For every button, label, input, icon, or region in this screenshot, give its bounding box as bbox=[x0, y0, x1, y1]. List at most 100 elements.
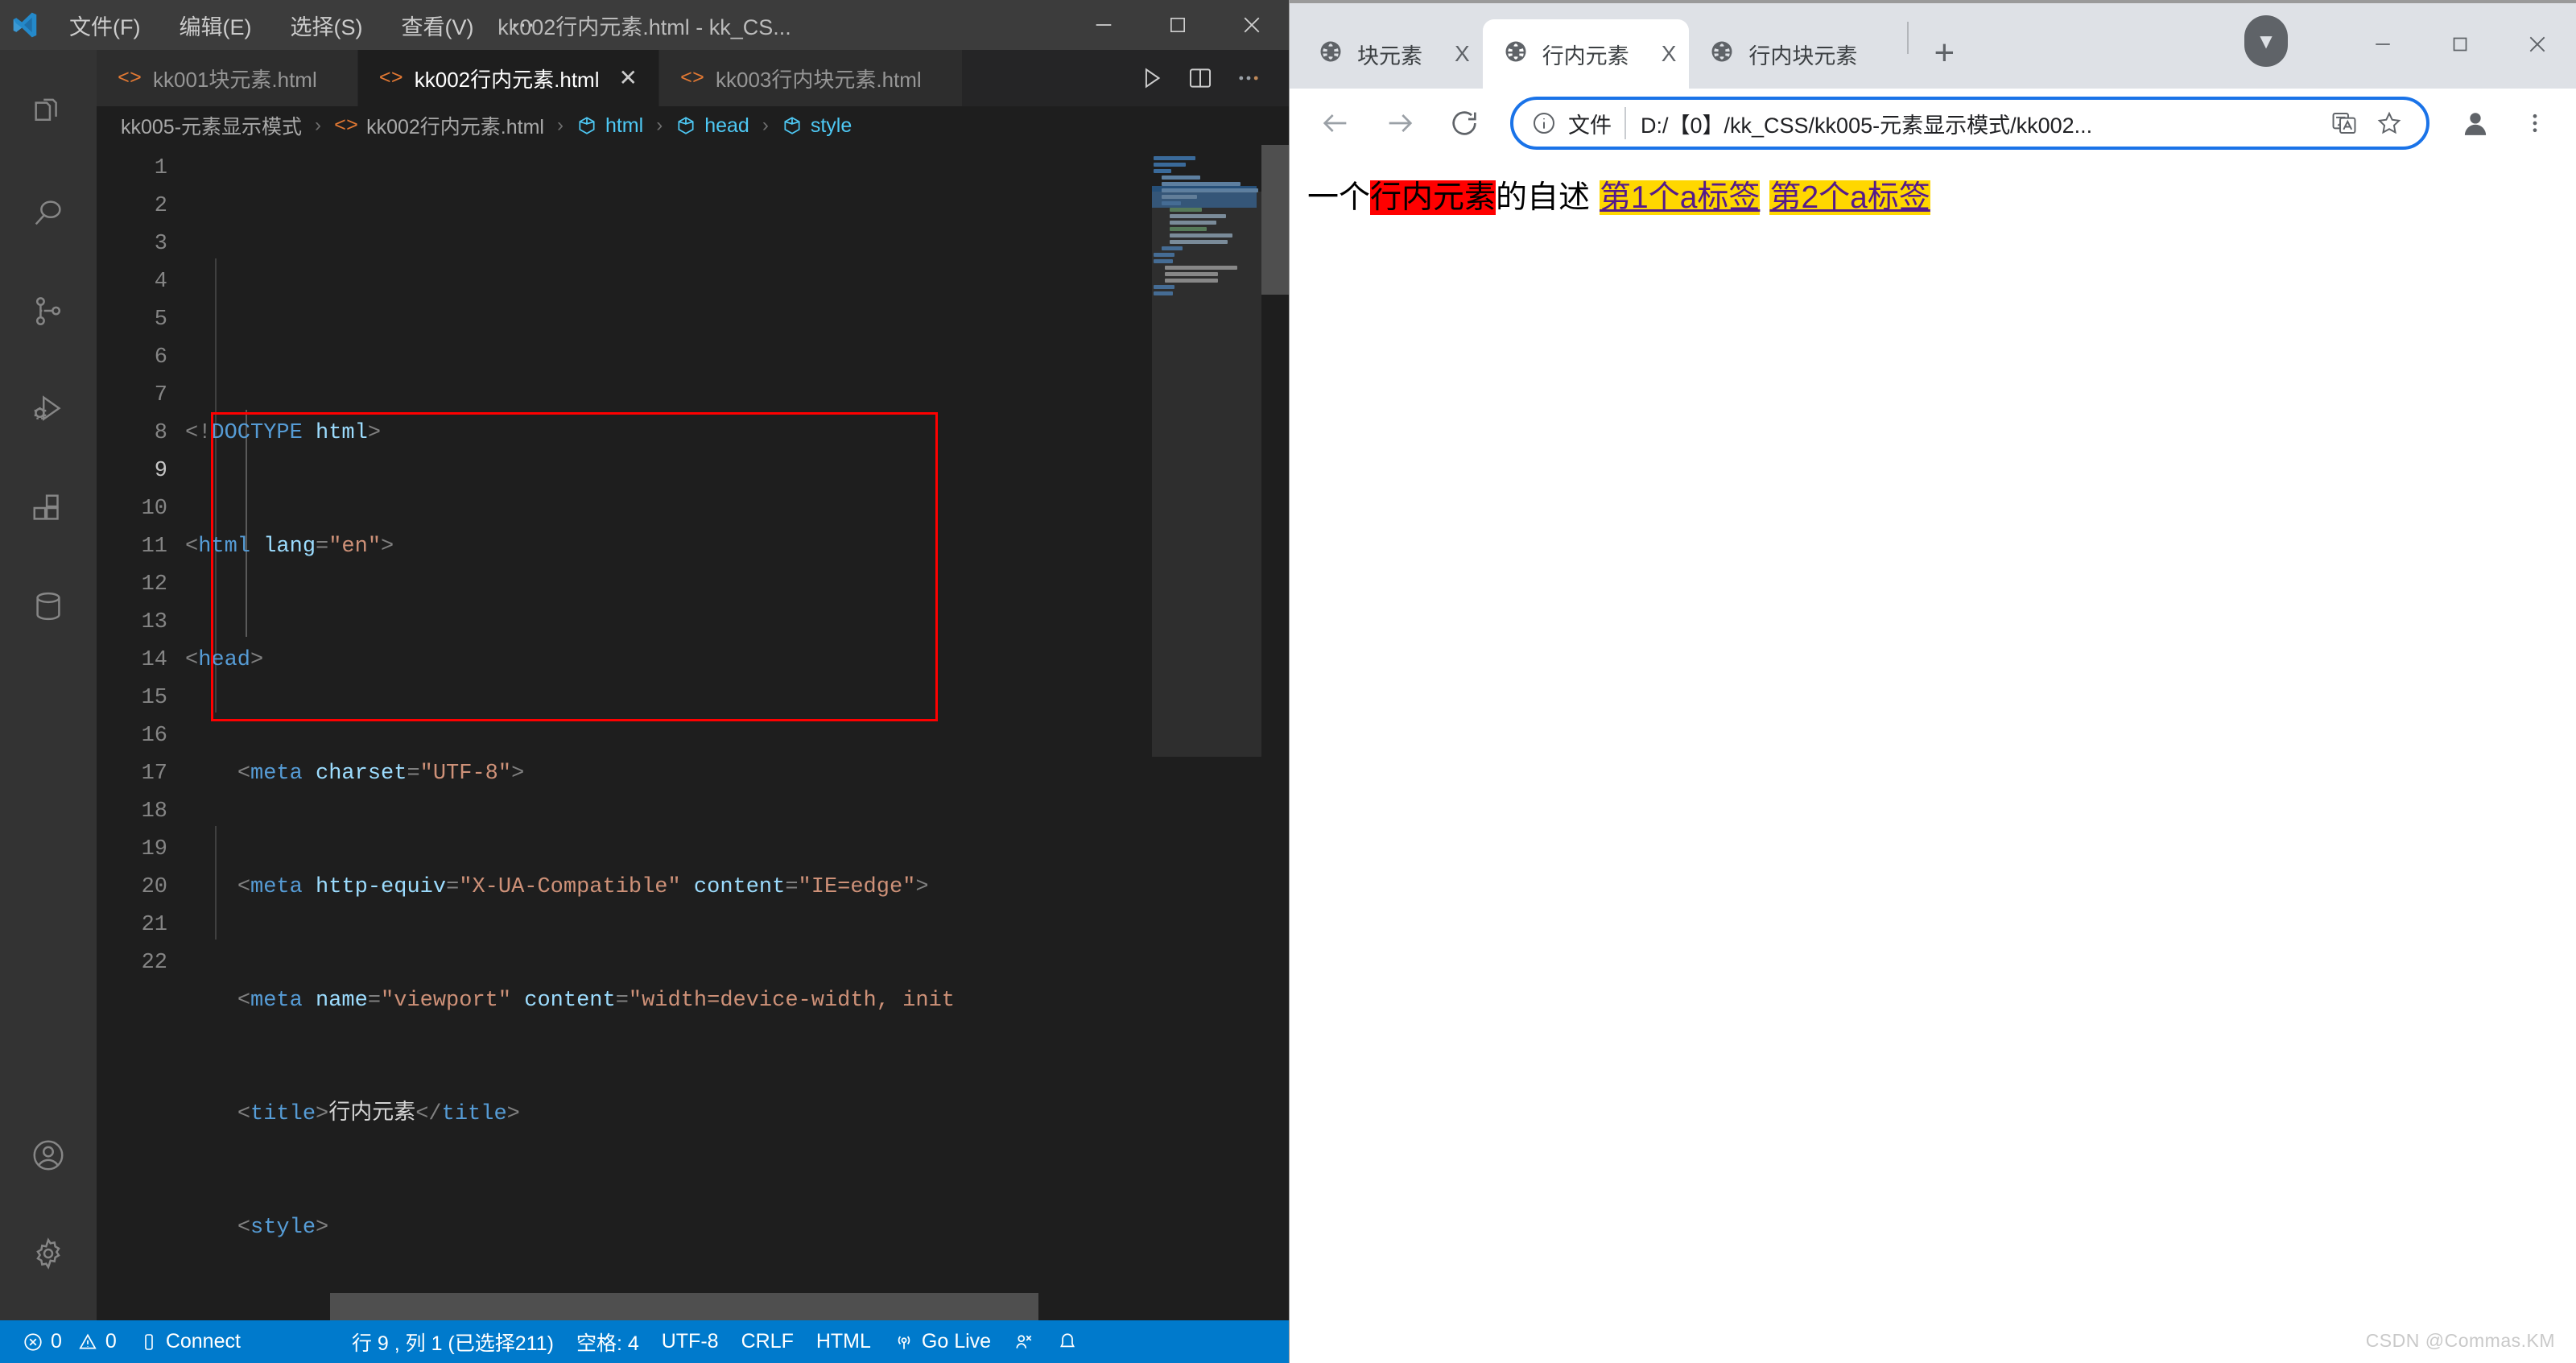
editor-tab-label: kk002行内元素.html bbox=[414, 67, 600, 92]
editor-tab-kk001[interactable]: <> kk001块元素.html bbox=[97, 50, 358, 106]
address-bar[interactable]: 文件 D:/【0】/kk_CSS/kk005-元素显示模式/kk002... bbox=[1510, 97, 2429, 150]
line-number: 21 bbox=[141, 913, 167, 937]
code-lines[interactable]: <!DOCTYPE html> <html lang="en"> <head> … bbox=[185, 145, 1289, 1320]
split-editor-button[interactable] bbox=[1178, 50, 1223, 106]
editor-tab-close-icon[interactable]: ✕ bbox=[619, 67, 638, 89]
chevron-right-icon: › bbox=[656, 114, 663, 136]
page-link-2[interactable]: 第2个a标签 bbox=[1769, 180, 1930, 215]
globe-icon bbox=[1504, 39, 1528, 69]
minimap-slider[interactable] bbox=[1152, 192, 1261, 757]
status-remote-connect[interactable]: Connect bbox=[128, 1330, 252, 1353]
source-control-icon[interactable] bbox=[0, 262, 97, 361]
address-bar-url[interactable]: D:/【0】/kk_CSS/kk005-元素显示模式/kk002... bbox=[1626, 108, 2322, 139]
database-icon[interactable] bbox=[0, 557, 97, 655]
profile-dropdown-icon[interactable]: ▼ bbox=[2244, 15, 2288, 67]
status-notifications[interactable] bbox=[1046, 1332, 1089, 1353]
status-feedback[interactable] bbox=[1002, 1332, 1046, 1353]
line-number: 16 bbox=[141, 724, 167, 748]
html-file-icon: <> bbox=[679, 66, 704, 90]
page-link-1[interactable]: 第1个a标签 bbox=[1600, 180, 1761, 215]
line-number: 9 bbox=[154, 459, 167, 483]
code-line: <meta http-equiv="X-UA-Compatible" conte… bbox=[237, 875, 929, 899]
search-icon[interactable] bbox=[0, 164, 97, 262]
accounts-icon[interactable] bbox=[0, 1106, 97, 1204]
reload-icon[interactable] bbox=[1435, 93, 1494, 153]
browser-tab-close-icon[interactable]: X bbox=[1455, 41, 1470, 67]
symbol-tag-icon bbox=[675, 114, 696, 138]
vscode-minimize-button[interactable] bbox=[1067, 0, 1141, 50]
explorer-icon[interactable] bbox=[0, 66, 97, 164]
menu-selection[interactable]: 选择(S) bbox=[270, 6, 382, 44]
extensions-icon[interactable] bbox=[0, 459, 97, 557]
vscode-maximize-button[interactable] bbox=[1141, 0, 1215, 50]
info-circle-icon[interactable] bbox=[1531, 110, 1557, 136]
breadcrumb-item-file[interactable]: kk002行内元素.html bbox=[366, 111, 544, 140]
editor-horizontal-scroll-thumb[interactable] bbox=[330, 1293, 1038, 1320]
three-dot-menu-icon[interactable] bbox=[2510, 93, 2560, 153]
menu-view[interactable]: 查看(V) bbox=[382, 6, 493, 44]
browser-maximize-button[interactable] bbox=[2421, 0, 2499, 89]
code-line: <title>行内元素</title> bbox=[237, 1102, 520, 1126]
menu-more[interactable]: ⋯ bbox=[493, 11, 555, 39]
chevron-right-icon: › bbox=[762, 114, 769, 136]
status-problems[interactable]: 0 0 bbox=[11, 1330, 128, 1353]
editor-vertical-scrollbar[interactable] bbox=[1261, 145, 1289, 1320]
vscode-close-button[interactable] bbox=[1215, 0, 1289, 50]
breadcrumb-item-head[interactable]: head bbox=[704, 114, 749, 138]
run-and-debug-icon[interactable] bbox=[0, 361, 97, 459]
breadcrumb: kk005-元素显示模式 › <> kk002行内元素.html › html … bbox=[97, 106, 1289, 145]
line-number: 15 bbox=[141, 686, 167, 710]
line-number: 2 bbox=[154, 194, 167, 218]
browser-tab-block-element[interactable]: 块元素 X bbox=[1298, 19, 1483, 89]
vscode-menubar[interactable]: 文件(F) 编辑(E) 选择(S) 查看(V) ⋯ bbox=[50, 6, 555, 44]
editor-horizontal-scrollbar[interactable] bbox=[97, 1293, 1289, 1320]
browser-close-button[interactable] bbox=[2499, 0, 2576, 89]
line-number: 10 bbox=[141, 497, 167, 521]
status-indentation[interactable]: 空格: 4 bbox=[565, 1328, 650, 1357]
rendered-page-text: 一个行内元素的自述 第1个a标签 第2个a标签 bbox=[1307, 177, 2558, 220]
editor-tab-kk003[interactable]: <> kk003行内块元素.html bbox=[658, 50, 963, 106]
new-tab-button[interactable]: + bbox=[1913, 23, 1975, 84]
line-number: 20 bbox=[141, 875, 167, 899]
smiley-feedback-icon bbox=[1016, 1334, 1032, 1349]
code-line: <head> bbox=[185, 648, 264, 672]
status-language-mode[interactable]: HTML bbox=[805, 1330, 882, 1353]
browser-tab-label: 行内元素 bbox=[1542, 43, 1629, 68]
browser-tab-inline-block-element[interactable]: 行内块元素 bbox=[1689, 19, 1903, 89]
line-number: 5 bbox=[154, 308, 167, 332]
line-number: 22 bbox=[141, 951, 167, 975]
menu-edit[interactable]: 编辑(E) bbox=[159, 6, 270, 44]
code-editor[interactable]: 1 2 3 4 5 6 7 8 9 10 11 12 13 14 15 16 1… bbox=[97, 145, 1289, 1320]
status-eol[interactable]: CRLF bbox=[730, 1330, 805, 1353]
status-go-live-label: Go Live bbox=[921, 1330, 992, 1353]
breadcrumb-item-style[interactable]: style bbox=[811, 114, 852, 138]
breadcrumb-item-html[interactable]: html bbox=[605, 114, 643, 138]
menu-file[interactable]: 文件(F) bbox=[50, 6, 159, 44]
star-icon[interactable] bbox=[2367, 109, 2412, 137]
forward-arrow-icon[interactable] bbox=[1370, 93, 1430, 153]
status-cursor-position[interactable]: 行 9 , 列 1 (已选择211) bbox=[341, 1328, 565, 1357]
status-encoding[interactable]: UTF-8 bbox=[650, 1330, 730, 1353]
browser-tab-inline-element[interactable]: 行内元素 X bbox=[1482, 19, 1690, 89]
editor-vertical-scroll-thumb[interactable] bbox=[1261, 145, 1289, 295]
symbol-tag-icon bbox=[576, 114, 597, 138]
vscode-logo-icon bbox=[0, 10, 50, 40]
globe-icon bbox=[1710, 39, 1734, 69]
more-actions-button[interactable] bbox=[1226, 50, 1271, 106]
bell-icon bbox=[1060, 1332, 1075, 1347]
html-file-icon: <> bbox=[118, 66, 142, 90]
page-text-after: 的自述 bbox=[1496, 180, 1591, 215]
account-avatar-icon[interactable] bbox=[2446, 93, 2505, 153]
settings-gear-icon[interactable] bbox=[0, 1204, 97, 1303]
browser-minimize-button[interactable] bbox=[2344, 0, 2421, 89]
breadcrumb-item-folder[interactable]: kk005-元素显示模式 bbox=[121, 111, 302, 140]
browser-tab-close-icon[interactable]: X bbox=[1662, 41, 1677, 67]
run-button[interactable] bbox=[1129, 50, 1174, 106]
vscode-editor-area: <> kk001块元素.html <> kk002行内元素.html ✕ <> … bbox=[97, 50, 1289, 1320]
status-go-live[interactable]: Go Live bbox=[882, 1330, 1002, 1353]
editor-tab-kk002[interactable]: <> kk002行内元素.html ✕ bbox=[357, 50, 659, 106]
back-arrow-icon[interactable] bbox=[1306, 93, 1365, 153]
translate-icon[interactable] bbox=[2322, 109, 2367, 137]
browser-toolbar: 文件 D:/【0】/kk_CSS/kk005-元素显示模式/kk002... bbox=[1290, 89, 2576, 158]
tab-separator bbox=[1907, 22, 1909, 54]
